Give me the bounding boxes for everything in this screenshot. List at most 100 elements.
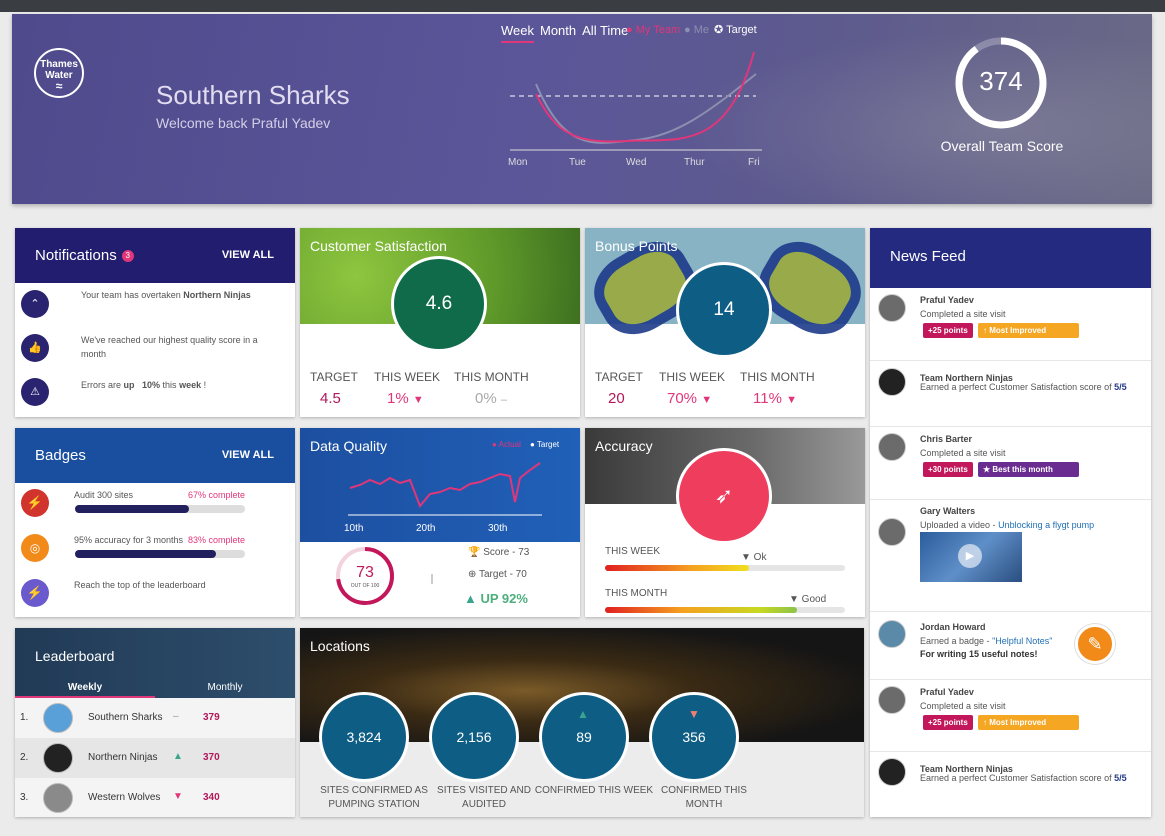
team-trend-chart: Mon Tue Wed Thur Fri [508, 51, 762, 168]
this-month-value: 0% – [475, 390, 507, 407]
avatar [878, 368, 906, 396]
accuracy-week-bar [605, 565, 845, 571]
news-item[interactable]: Team Northern Ninjas Earned a perfect Cu… [870, 752, 1151, 817]
target-badge-icon: ◎ [21, 534, 49, 562]
x-tick: 30th [488, 523, 507, 534]
up-arrow-icon: ▲ [577, 707, 589, 721]
avatar [878, 518, 906, 546]
badges-view-all-button[interactable]: VIEW ALL [222, 449, 274, 461]
day-label: Wed [626, 157, 646, 168]
news-item[interactable]: Jordan Howard Earned a badge - "Helpful … [870, 612, 1151, 680]
team-avatar [43, 783, 73, 813]
tab-weekly[interactable]: Weekly [15, 682, 155, 698]
legend-me[interactable]: ● Me [684, 24, 709, 36]
badge-progress-text: 83% complete [188, 535, 246, 545]
actual-line [349, 462, 541, 508]
day-label: Tue [569, 157, 586, 168]
location-stat-label: CONFIRMED THIS MONTH [661, 785, 747, 810]
notifications-view-all-button[interactable]: VIEW ALL [222, 249, 274, 261]
rank: 1. [20, 712, 29, 723]
trend-down-icon: ▼ [173, 791, 183, 802]
news-item[interactable]: Praful Yadev Completed a site visit +25 … [870, 680, 1151, 752]
trend-up-icon: ▲ [173, 751, 183, 762]
team-points: 379 [203, 712, 220, 723]
news-item[interactable]: Praful Yadev Completed a site visit +25 … [870, 288, 1151, 361]
points-pill: +25 points [923, 715, 973, 730]
quality-gauge-sub: OUT OF 100 [350, 583, 380, 589]
bonus-points-title: Bonus Points [595, 238, 678, 254]
lightning-badge-icon: ⚡ [21, 489, 49, 517]
target-stat: ⊕ Target - 70 [468, 569, 527, 580]
news-item[interactable]: Team Northern Ninjas Earned a perfect Cu… [870, 361, 1151, 427]
team-name: Southern Sharks [88, 712, 163, 723]
score-stat: 🏆 Score - 73 [468, 547, 530, 558]
progress-fill [75, 505, 189, 513]
legend-target[interactable]: ● Target [530, 440, 559, 449]
video-link[interactable]: Unblocking a flygt pump [998, 520, 1094, 530]
news-author: Praful Yadev [920, 687, 974, 697]
avatar [878, 686, 906, 714]
customer-satisfaction-title: Customer Satisfaction [310, 238, 447, 254]
team-score-label: Overall Team Score [940, 138, 1064, 154]
location-stat-label: SITES CONFIRMED AS PUMPING STATION [320, 785, 428, 810]
tab-month[interactable]: Month [540, 23, 576, 43]
points-pill: +25 points [923, 323, 973, 338]
progress-fill [75, 550, 217, 558]
x-tick: 10th [344, 523, 363, 534]
tab-monthly[interactable]: Monthly [155, 682, 295, 698]
notifications-title: Notifications 3 [35, 247, 134, 264]
news-text: Completed a site visit [920, 448, 1006, 458]
up-stat: ▲ UP 92% [464, 591, 528, 606]
news-author: Praful Yadev [920, 295, 974, 305]
pencil-badge-icon: ✎ [1075, 624, 1115, 664]
trend-flat-icon: – [173, 711, 179, 722]
data-quality-title: Data Quality [310, 438, 388, 454]
legend-actual[interactable]: ● Actual [492, 440, 521, 449]
leaderboard-card: Leaderboard Weekly Monthly 1. Southern S… [15, 628, 295, 817]
welcome-message: Welcome back Praful Yadev [156, 115, 331, 131]
team-points: 340 [203, 792, 220, 803]
notifications-card: Notifications 3 VIEW ALL ⌃ Your team has … [15, 228, 295, 417]
team-avatar [43, 703, 73, 733]
quality-gauge-value: 73 [356, 564, 374, 581]
tab-week[interactable]: Week [501, 23, 534, 43]
locations-title: Locations [310, 638, 370, 654]
news-feed-header: News Feed [870, 228, 1151, 288]
trend-down-icon: ▼ [412, 394, 424, 406]
team-name: Northern Ninjas [88, 752, 158, 763]
legend-target[interactable]: ✪ Target [714, 23, 757, 36]
down-arrow-icon: ▼ [688, 707, 700, 721]
avatar [878, 758, 906, 786]
play-icon[interactable]: ▶ [958, 544, 982, 568]
data-quality-card: Data Quality ● Actual ● Target 10th 20th… [300, 428, 580, 617]
most-improved-pill: ↑ Most Improved [978, 323, 1079, 338]
legend-my-team[interactable]: ● My Team [626, 24, 680, 36]
chevron-up-icon: ⌃ [21, 290, 49, 318]
news-item[interactable]: Chris Barter Completed a site visit +30 … [870, 427, 1151, 500]
sites-visited-circle: 2,156 [429, 692, 519, 782]
tab-all-time[interactable]: All Time [582, 23, 628, 43]
leaderboard-row[interactable]: 3. Western Wolves ▼ 340 [15, 778, 295, 817]
news-author: Gary Walters [920, 506, 976, 516]
news-item[interactable]: Gary Walters Uploaded a video - Unblocki… [870, 500, 1151, 612]
locations-card: Locations 3,824 2,156 89 ▲ 356 ▼ SITES C… [300, 628, 864, 817]
my-team-line [535, 51, 755, 143]
leaderboard-row[interactable]: 1. Southern Sharks – 379 [15, 698, 295, 738]
team-name: Western Wolves [88, 792, 161, 803]
team-points: 370 [203, 752, 220, 763]
video-thumbnail[interactable]: ▶ [920, 532, 1022, 582]
most-improved-pill: ↑ Most Improved [978, 715, 1079, 730]
this-week-label: THIS WEEK [659, 370, 726, 384]
best-this-month-pill: ★ Best this month [978, 462, 1079, 477]
accuracy-week-label: THIS WEEK [605, 546, 661, 557]
customer-satisfaction-card: Customer Satisfaction 4.6 TARGET THIS WE… [300, 228, 580, 417]
leaderboard-row[interactable]: 2. Northern Ninjas ▲ 370 [15, 738, 295, 778]
confirmed-month-circle: 356 [649, 692, 739, 782]
location-stat-label: CONFIRMED THIS WEEK [534, 785, 654, 796]
news-feed-title: News Feed [890, 248, 966, 265]
crosshair-icon: ⊕ [468, 569, 477, 580]
range-tabs: Week Month All Time [501, 23, 628, 43]
badge-label: Audit 300 sites [74, 490, 134, 500]
trend-down-icon: ▼ [786, 394, 797, 406]
divider [431, 574, 433, 584]
